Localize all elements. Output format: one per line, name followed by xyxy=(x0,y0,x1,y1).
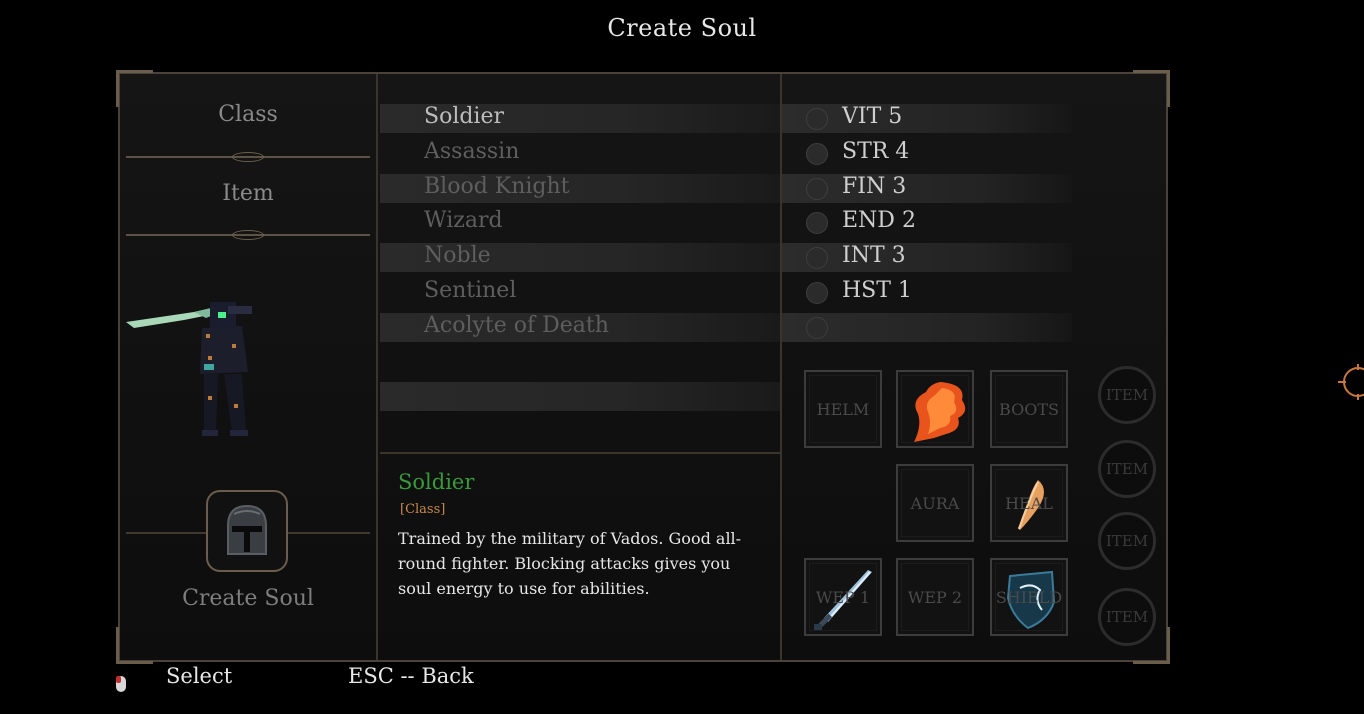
stat-str: STR 4 xyxy=(782,137,1072,172)
class-item-soldier[interactable]: Soldier xyxy=(380,102,780,137)
description-box: Soldier [Class] Trained by the military … xyxy=(380,452,780,660)
slot-helm[interactable]: HELM xyxy=(804,370,882,448)
slot-shield[interactable]: SHIELD xyxy=(990,558,1068,636)
fist-icon xyxy=(806,142,828,165)
brain-icon xyxy=(806,247,828,270)
slot-boots[interactable]: BOOTS xyxy=(990,370,1068,448)
create-soul-frame: Class Item Create Soul Soldier Assassin … xyxy=(116,70,1170,664)
class-list: Soldier Assassin Blood Knight Wizard Nob… xyxy=(380,102,780,452)
create-soul-emblem[interactable] xyxy=(206,490,288,572)
ornament-divider xyxy=(126,152,370,162)
stat-fin: FIN 3 xyxy=(782,172,1072,207)
class-item-blood-knight[interactable]: Blood Knight xyxy=(380,172,780,207)
class-item-assassin[interactable]: Assassin xyxy=(380,137,780,172)
page-title: Create Soul xyxy=(607,14,757,42)
stats-list: VIT 5 STR 4 FIN 3 END 2 INT 3 HST 1 xyxy=(782,102,1072,346)
mouse-icon xyxy=(116,676,126,692)
description-text: Trained by the military of Vados. Good a… xyxy=(398,529,742,598)
heart-icon xyxy=(806,108,828,130)
helmet-icon xyxy=(227,504,267,555)
item-slot-3[interactable]: ITEM xyxy=(1098,512,1156,570)
slot-aura[interactable]: AURA xyxy=(896,464,974,542)
stat-end: END 2 xyxy=(782,206,1072,241)
create-soul-button[interactable]: Create Soul xyxy=(120,586,376,611)
item-slot-2[interactable]: ITEM xyxy=(1098,440,1156,498)
slot-wep2[interactable]: WEP 2 xyxy=(896,558,974,636)
item-slot-1[interactable]: ITEM xyxy=(1098,366,1156,424)
description-title: Soldier xyxy=(398,470,475,494)
empty-row xyxy=(380,380,780,415)
right-panel: VIT 5 STR 4 FIN 3 END 2 INT 3 HST 1 HELM… xyxy=(780,74,1168,660)
target-icon xyxy=(1338,364,1364,400)
ornament-divider xyxy=(126,230,370,240)
class-item-wizard[interactable]: Wizard xyxy=(380,206,780,241)
slot-wep1[interactable]: WEP 1 xyxy=(804,558,882,636)
stat-hst: HST 1 xyxy=(782,276,1072,311)
footer-back-hint[interactable]: ESC -- Back xyxy=(348,664,474,688)
left-panel: Class Item Create Soul xyxy=(120,74,378,660)
tab-item[interactable]: Item xyxy=(120,181,376,206)
slot-heal[interactable]: HEAL xyxy=(990,464,1068,542)
flame-cape-icon xyxy=(914,382,966,442)
stat-empty xyxy=(782,311,1072,346)
character-preview xyxy=(126,302,252,436)
empty-row xyxy=(380,346,780,381)
footer-select-hint: Select xyxy=(166,664,233,688)
finesse-icon xyxy=(806,177,828,200)
stat-vit: VIT 5 xyxy=(782,102,1072,137)
leg-icon xyxy=(806,212,828,235)
tab-class[interactable]: Class xyxy=(120,102,376,127)
clock-icon xyxy=(806,281,828,304)
stat-int: INT 3 xyxy=(782,241,1072,276)
class-item-sentinel[interactable]: Sentinel xyxy=(380,276,780,311)
class-item-noble[interactable]: Noble xyxy=(380,241,780,276)
description-tag: [Class] xyxy=(400,502,446,517)
item-slot-4[interactable]: ITEM xyxy=(1098,588,1156,646)
slot-cape[interactable] xyxy=(896,370,974,448)
skull-icon xyxy=(806,316,828,339)
class-item-acolyte-of-death[interactable]: Acolyte of Death xyxy=(380,311,780,346)
